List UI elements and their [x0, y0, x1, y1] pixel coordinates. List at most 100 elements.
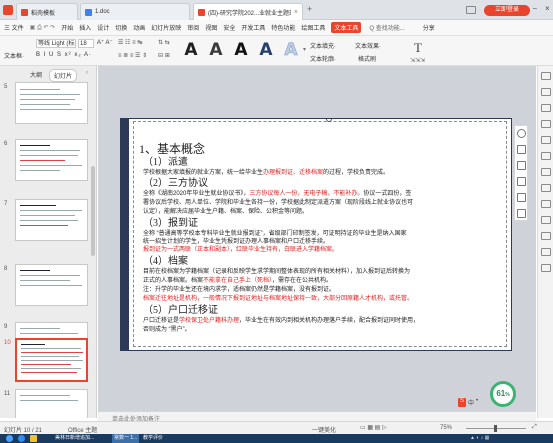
menu-security[interactable]: 安全 — [223, 23, 235, 32]
wordart-style-5[interactable]: A — [281, 40, 301, 61]
share-button[interactable]: 分享 — [423, 23, 435, 32]
menu-text-tools[interactable]: 文本工具 — [331, 22, 362, 33]
sidebar-tool-icon[interactable] — [541, 72, 551, 80]
fill-icon[interactable] — [517, 161, 526, 170]
zoom-slider-thumb[interactable] — [494, 425, 497, 432]
paragraph-line: 署协议后学校、用人单位、学院和毕业生各持一份，学校据此制定派遣方案（现阶段线上就… — [143, 200, 414, 206]
tab-presentation[interactable]: (四)-研究学院202...业就业主题班会 × — [193, 3, 303, 20]
tab-doc[interactable]: 1.doc — [80, 3, 190, 20]
outline-tab[interactable]: 大纲 — [30, 70, 42, 79]
tray-icons[interactable]: ▲ ◐ ♪ ▦ — [470, 434, 489, 443]
wordart-style-2[interactable]: A — [206, 40, 226, 60]
sidebar-tool-icon[interactable] — [541, 104, 551, 112]
menu-file[interactable]: 三 文件 — [4, 23, 24, 32]
menu-developer[interactable]: 开发工具 — [241, 23, 265, 32]
thumb-number: 8 — [4, 266, 8, 272]
sidebar-tool-icon[interactable] — [541, 168, 551, 176]
wordart-style-4[interactable]: A — [256, 40, 276, 60]
convert-art-icon[interactable]: ⇲⇲⇲ — [410, 57, 425, 64]
beautify-button[interactable]: 一键美化 — [312, 425, 336, 434]
shape-style-icon[interactable] — [517, 145, 526, 154]
text-icon[interactable]: T — [414, 40, 422, 56]
thumb-text — [20, 205, 56, 206]
slide-thumbnail[interactable] — [15, 199, 88, 241]
taskbar-item[interactable]: 常数一 1... — [112, 434, 140, 443]
format-painter-button[interactable]: 格式刷 — [358, 54, 376, 63]
menu-transition[interactable]: 切换 — [115, 23, 127, 32]
text-box-button[interactable]: 文本框· — [4, 51, 24, 60]
wordart-style-1[interactable]: A — [181, 40, 201, 60]
sidebar-tool-icon[interactable] — [541, 184, 551, 192]
network-speed-widget[interactable]: 61% — [490, 381, 516, 407]
font-select[interactable]: 等线 Light (标题) — [36, 39, 76, 48]
sidebar-tool-icon[interactable] — [541, 200, 551, 208]
thumb-text — [21, 344, 45, 345]
menu-home[interactable]: 开始 — [61, 23, 73, 32]
sidebar-tool-icon[interactable] — [541, 136, 551, 144]
text-effect-button[interactable]: 文本效果· — [355, 41, 381, 50]
sidebar-tool-icon[interactable] — [541, 232, 551, 240]
slides-tab[interactable]: 幻灯片 — [49, 69, 78, 82]
new-tab-button[interactable]: + — [307, 4, 312, 14]
sidebar-tool-icon[interactable] — [541, 248, 551, 256]
menu-review[interactable]: 审阅 — [187, 23, 199, 32]
text-fill-button[interactable]: 文本填充· — [310, 41, 336, 50]
notes-area[interactable]: 单击此处添加备注 — [98, 411, 536, 423]
zoom-level[interactable]: 75% — [440, 425, 452, 431]
menu-animation[interactable]: 动画 — [133, 23, 145, 32]
slide-thumbnail[interactable] — [15, 264, 88, 306]
layout-icon[interactable] — [517, 209, 526, 218]
view-mode-icons[interactable]: ▭ ▦ ▤ ▷ — [360, 424, 387, 431]
wordart-style-3[interactable]: A — [231, 40, 251, 60]
menu-slideshow[interactable]: 幻灯片放映 — [151, 23, 181, 32]
close-window-icon[interactable]: × — [545, 4, 550, 13]
slide-thumbnail-selected[interactable] — [15, 338, 88, 382]
sidebar-tool-icon[interactable] — [541, 120, 551, 128]
menu-design[interactable]: 设计 — [97, 23, 109, 32]
format-icon[interactable] — [517, 193, 526, 202]
taskbar-item[interactable]: 美林日新增追加... — [55, 434, 94, 443]
text-direction-icons[interactable]: ⇅ ⇆ — [158, 39, 170, 46]
tab-close-icon[interactable]: × — [294, 9, 298, 16]
slide-thumbnail[interactable] — [15, 82, 88, 124]
word-doc-icon — [85, 8, 92, 16]
align-icons[interactable]: ≡ ≣ ≡ ☰ ⇕ — [118, 52, 147, 59]
menu-view[interactable]: 视图 — [205, 23, 217, 32]
slide[interactable]: 1、基本概念 （1）派遣 学校根据大家填报的就业方案，统一给毕业生办理报到证、迁… — [120, 118, 512, 351]
grow-font-icon[interactable]: A⁺ A⁻ — [97, 39, 113, 46]
menu-special[interactable]: 特色功能 — [271, 23, 295, 32]
window-count-badge[interactable] — [466, 6, 476, 14]
minimize-icon[interactable]: – — [533, 5, 537, 12]
slide-thumbnail[interactable] — [15, 389, 88, 418]
login-button[interactable]: 立即登录 — [484, 5, 530, 16]
menu-drawing-tools[interactable]: 绘图工具 — [301, 23, 325, 32]
menu-insert[interactable]: 插入 — [79, 23, 91, 32]
thumbnail-scrollbar[interactable] — [91, 166, 95, 256]
ie-icon[interactable] — [18, 435, 25, 442]
font-size-select[interactable]: 18 — [78, 39, 94, 48]
taskbar-item[interactable]: 教学评价 — [143, 434, 163, 443]
thumb-text — [20, 220, 78, 221]
text-outline-button[interactable]: 文本轮廓· — [310, 54, 336, 63]
search-function[interactable]: Q 查找功能... — [369, 23, 404, 32]
collapse-icon[interactable] — [517, 129, 526, 138]
slide-thumbnail[interactable] — [15, 139, 88, 181]
paragraph-icons[interactable]: ☰ ☷ ≡ ↹ — [118, 39, 142, 46]
sidebar-tool-icon[interactable] — [541, 216, 551, 224]
explorer-icon[interactable] — [30, 435, 37, 442]
sidebar-tool-icon[interactable] — [541, 88, 551, 96]
font-format-icons[interactable]: B I U S x² x₂ A· — [36, 52, 92, 58]
pen-icon[interactable] — [517, 177, 526, 186]
tab-docer[interactable]: 稻壳模板 — [16, 3, 78, 20]
text-layout-icons[interactable]: ⊟ ⊞ — [158, 52, 170, 59]
sidebar-tool-icon[interactable] — [541, 264, 551, 272]
panel-collapse-icon[interactable]: ‹ — [86, 70, 88, 76]
wordart-more-icon[interactable]: ▾ — [303, 46, 306, 53]
ime-toolbar[interactable]: S 中 • — [458, 398, 478, 407]
fit-window-icon[interactable]: ⤢ — [532, 424, 537, 431]
toolbar-quick-icons[interactable]: ▣ ⎙ ↶ ↷ — [30, 24, 56, 32]
thumb-text — [20, 395, 70, 396]
app-icon[interactable] — [3, 5, 13, 15]
sidebar-tool-icon[interactable] — [541, 152, 551, 160]
start-icon[interactable] — [6, 435, 13, 442]
